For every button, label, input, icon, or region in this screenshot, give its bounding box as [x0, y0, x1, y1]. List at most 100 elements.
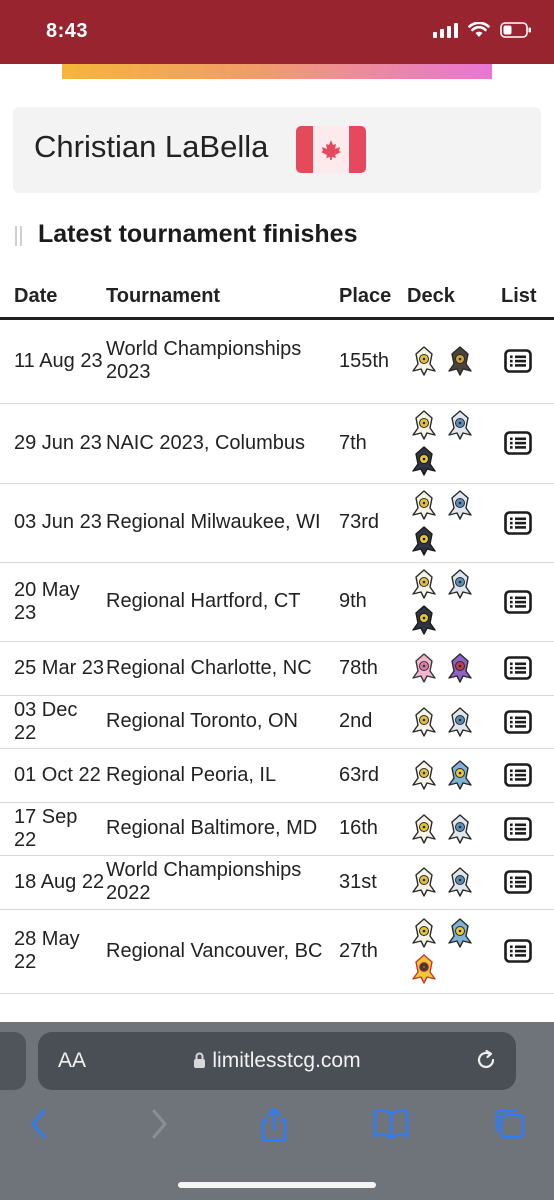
row-place: 73rd [337, 483, 407, 563]
home-indicator [178, 1182, 376, 1188]
regieleki-sprite-icon [448, 760, 472, 790]
bookmarks-icon[interactable] [372, 1106, 410, 1147]
dialga-sprite-icon [448, 410, 472, 440]
url-text: limitlesstcg.com [212, 1049, 361, 1072]
decklist-icon[interactable] [501, 349, 554, 373]
row-deck[interactable] [407, 855, 501, 910]
row-list-cell [501, 855, 554, 910]
canada-flag-icon [296, 126, 366, 173]
decklist-icon[interactable] [501, 939, 554, 963]
arceus-sprite-icon [412, 918, 436, 948]
row-tournament-link[interactable]: Regional Baltimore, MD [105, 802, 337, 856]
umbreon-sprite-icon [412, 446, 436, 476]
row-deck[interactable] [407, 909, 501, 994]
row-deck[interactable] [407, 403, 501, 484]
column-header-tournament: Tournament [105, 276, 337, 320]
row-tournament-link[interactable]: Regional Charlotte, NC [105, 641, 337, 696]
row-date: 18 Aug 22 [0, 855, 105, 910]
bee-sprite-icon [412, 954, 436, 984]
row-deck[interactable] [407, 695, 501, 749]
browser-toolbar [0, 1106, 554, 1150]
row-tournament-link[interactable]: Regional Toronto, ON [105, 695, 337, 749]
decklist-icon[interactable] [501, 763, 554, 787]
status-icons [433, 22, 532, 38]
row-deck[interactable] [407, 802, 501, 856]
deck-sprites [407, 344, 487, 378]
row-date: 01 Oct 22 [0, 748, 105, 803]
arceus-sprite-icon [412, 760, 436, 790]
deck-sprites [407, 812, 487, 846]
deck-sprites [407, 567, 487, 637]
umbreon-sprite-icon [412, 604, 436, 635]
column-header-date: Date [0, 276, 105, 320]
giratina-sprite-icon [448, 346, 472, 376]
row-date: 28 May 22 [0, 909, 105, 994]
column-header-deck: Deck [407, 276, 501, 320]
table-row: 03 Jun 23 Regional Milwaukee, WI 73rd [0, 483, 554, 563]
row-date: 03 Jun 23 [0, 483, 105, 563]
address-bar[interactable]: AA limitlesstcg.com [38, 1032, 516, 1090]
decklist-icon[interactable] [501, 709, 554, 734]
dialga-sprite-icon [448, 867, 472, 897]
player-name: Christian LaBella [34, 129, 269, 164]
dialga-sprite-icon [448, 489, 472, 520]
dialga-sprite-icon [448, 813, 472, 844]
row-tournament-link[interactable]: Regional Peoria, IL [105, 748, 337, 803]
row-list-cell [501, 695, 554, 749]
decklist-icon[interactable] [501, 870, 554, 894]
row-tournament-link[interactable]: Regional Vancouver, BC [105, 909, 337, 994]
row-tournament-link[interactable]: World Championships 2022 [105, 855, 337, 910]
decklist-icon[interactable] [501, 656, 554, 680]
row-place: 7th [337, 403, 407, 484]
umbreon-sprite-icon [412, 525, 436, 556]
section-title: Latest tournament finishes [38, 220, 358, 248]
row-deck[interactable] [407, 318, 501, 404]
row-tournament-link[interactable]: World Championships 2023 [105, 318, 337, 404]
deck-sprites [407, 758, 487, 792]
table-row: 20 May 23 Regional Hartford, CT 9th [0, 562, 554, 642]
row-date: 17 Sep 22 [0, 802, 105, 856]
decklist-icon[interactable] [501, 510, 554, 535]
row-deck[interactable] [407, 748, 501, 803]
row-place: 63rd [337, 748, 407, 803]
row-list-cell [501, 403, 554, 484]
table-row: 03 Dec 22 Regional Toronto, ON 2nd [0, 695, 554, 749]
address-text-row: limitlesstcg.com [38, 1049, 516, 1075]
decklist-icon[interactable] [501, 589, 554, 614]
arceus-sprite-icon [412, 489, 436, 520]
battery-icon [500, 22, 532, 38]
row-list-cell [501, 909, 554, 994]
row-tournament-link[interactable]: Regional Hartford, CT [105, 562, 337, 642]
table-row: 29 Jun 23 NAIC 2023, Columbus 7th [0, 403, 554, 484]
decklist-icon[interactable] [501, 816, 554, 841]
arceus-sprite-icon [412, 346, 436, 376]
dialga-sprite-icon [448, 568, 472, 599]
row-tournament-link[interactable]: NAIC 2023, Columbus [105, 403, 337, 484]
row-place: 16th [337, 802, 407, 856]
dialga-sprite-icon [448, 706, 472, 737]
row-list-cell [501, 562, 554, 642]
row-list-cell [501, 802, 554, 856]
row-place: 2nd [337, 695, 407, 749]
row-date: 11 Aug 23 [0, 318, 105, 404]
tabs-icon[interactable] [492, 1106, 528, 1147]
cellular-signal-icon [433, 22, 458, 38]
row-deck[interactable] [407, 641, 501, 696]
back-icon[interactable] [28, 1106, 50, 1147]
share-icon[interactable] [258, 1106, 290, 1149]
deck-sprites [407, 865, 487, 899]
forward-icon[interactable] [148, 1106, 170, 1147]
row-deck[interactable] [407, 483, 501, 563]
previous-tab-preview[interactable] [0, 1032, 26, 1090]
reload-icon[interactable] [474, 1048, 498, 1077]
table-row: 25 Mar 23 Regional Charlotte, NC 78th [0, 641, 554, 696]
decklist-icon[interactable] [501, 431, 554, 455]
row-list-cell [501, 318, 554, 404]
status-bar: 8:43 [0, 0, 554, 64]
row-deck[interactable] [407, 562, 501, 642]
deck-sprites [407, 408, 487, 478]
row-tournament-link[interactable]: Regional Milwaukee, WI [105, 483, 337, 563]
table-header-row: Date Tournament Place Deck List [0, 276, 554, 320]
deck-sprites [407, 651, 487, 685]
row-date: 25 Mar 23 [0, 641, 105, 696]
